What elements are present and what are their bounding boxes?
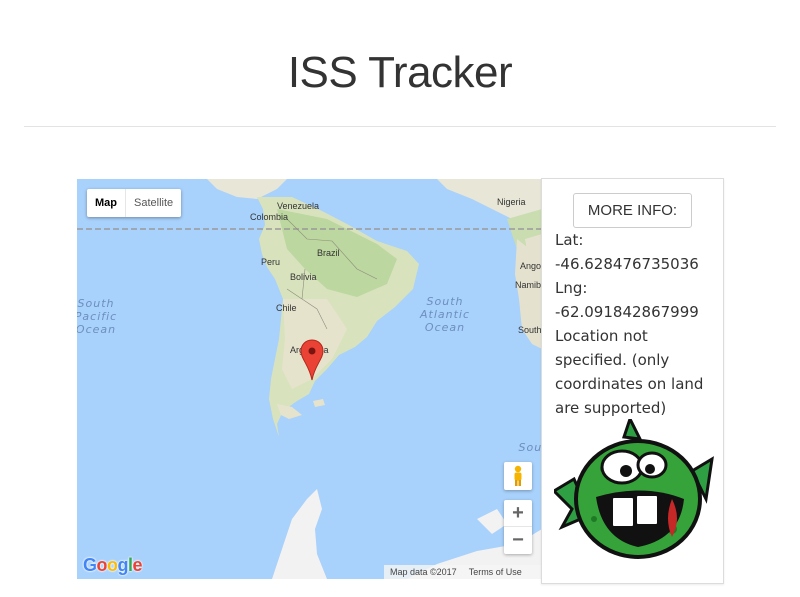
zoom-in-button[interactable]: + [504, 500, 532, 527]
map-view[interactable]: Venezuela Colombia Nigeria Brazil Peru B… [77, 179, 542, 579]
label-namibia: Namib [515, 280, 542, 290]
map-data-text: Map data ©2017 [390, 567, 457, 577]
label-southern-ocean: Sout [518, 441, 543, 454]
label-nigeria: Nigeria [497, 197, 526, 207]
map-type-map-button[interactable]: Map [87, 189, 126, 217]
info-panel: MORE INFO: Lat: -46.628476735036 Lng: -6… [541, 178, 724, 584]
zoom-out-button[interactable]: − [504, 527, 532, 554]
lng-label: Lng: [555, 279, 588, 297]
zoom-control: + − [504, 500, 532, 554]
label-brazil: Brazil [317, 248, 340, 258]
lat-label: Lat: [555, 231, 584, 249]
label-south-atlantic-ocean: South Atlantic Ocean [419, 295, 471, 334]
label-south-africa: South [518, 325, 542, 335]
info-text: Lat: -46.628476735036 Lng: -62.091842867… [555, 228, 721, 420]
location-status-text: Location not specified. (only coordinate… [555, 327, 704, 417]
terms-of-use-link[interactable]: Terms of Use [469, 565, 522, 579]
map-pin-icon[interactable] [300, 339, 324, 381]
lng-value: -62.091842867999 [555, 303, 699, 321]
label-angola: Ango [520, 261, 542, 271]
page-title: ISS Tracker [287, 48, 513, 97]
lat-value: -46.628476735036 [555, 255, 699, 273]
green-fish-mascot-icon [554, 419, 714, 559]
label-peru: Peru [261, 257, 281, 267]
more-info-button[interactable]: MORE INFO: [573, 193, 692, 228]
label-colombia: Colombia [250, 212, 289, 222]
label-chile: Chile [276, 303, 297, 313]
google-logo[interactable]: Google [83, 555, 143, 576]
map-attribution: Map data ©2017 Terms of Use [384, 565, 542, 579]
map-type-satellite-button[interactable]: Satellite [126, 189, 181, 217]
street-view-pegman-icon[interactable] [504, 462, 532, 490]
label-bolivia: Bolivia [290, 272, 317, 282]
map-type-control: Map Satellite [87, 189, 182, 217]
label-venezuela: Venezuela [277, 201, 320, 211]
label-south-pacific-ocean: South Pacific Ocean [77, 297, 118, 336]
header-divider [24, 126, 776, 127]
